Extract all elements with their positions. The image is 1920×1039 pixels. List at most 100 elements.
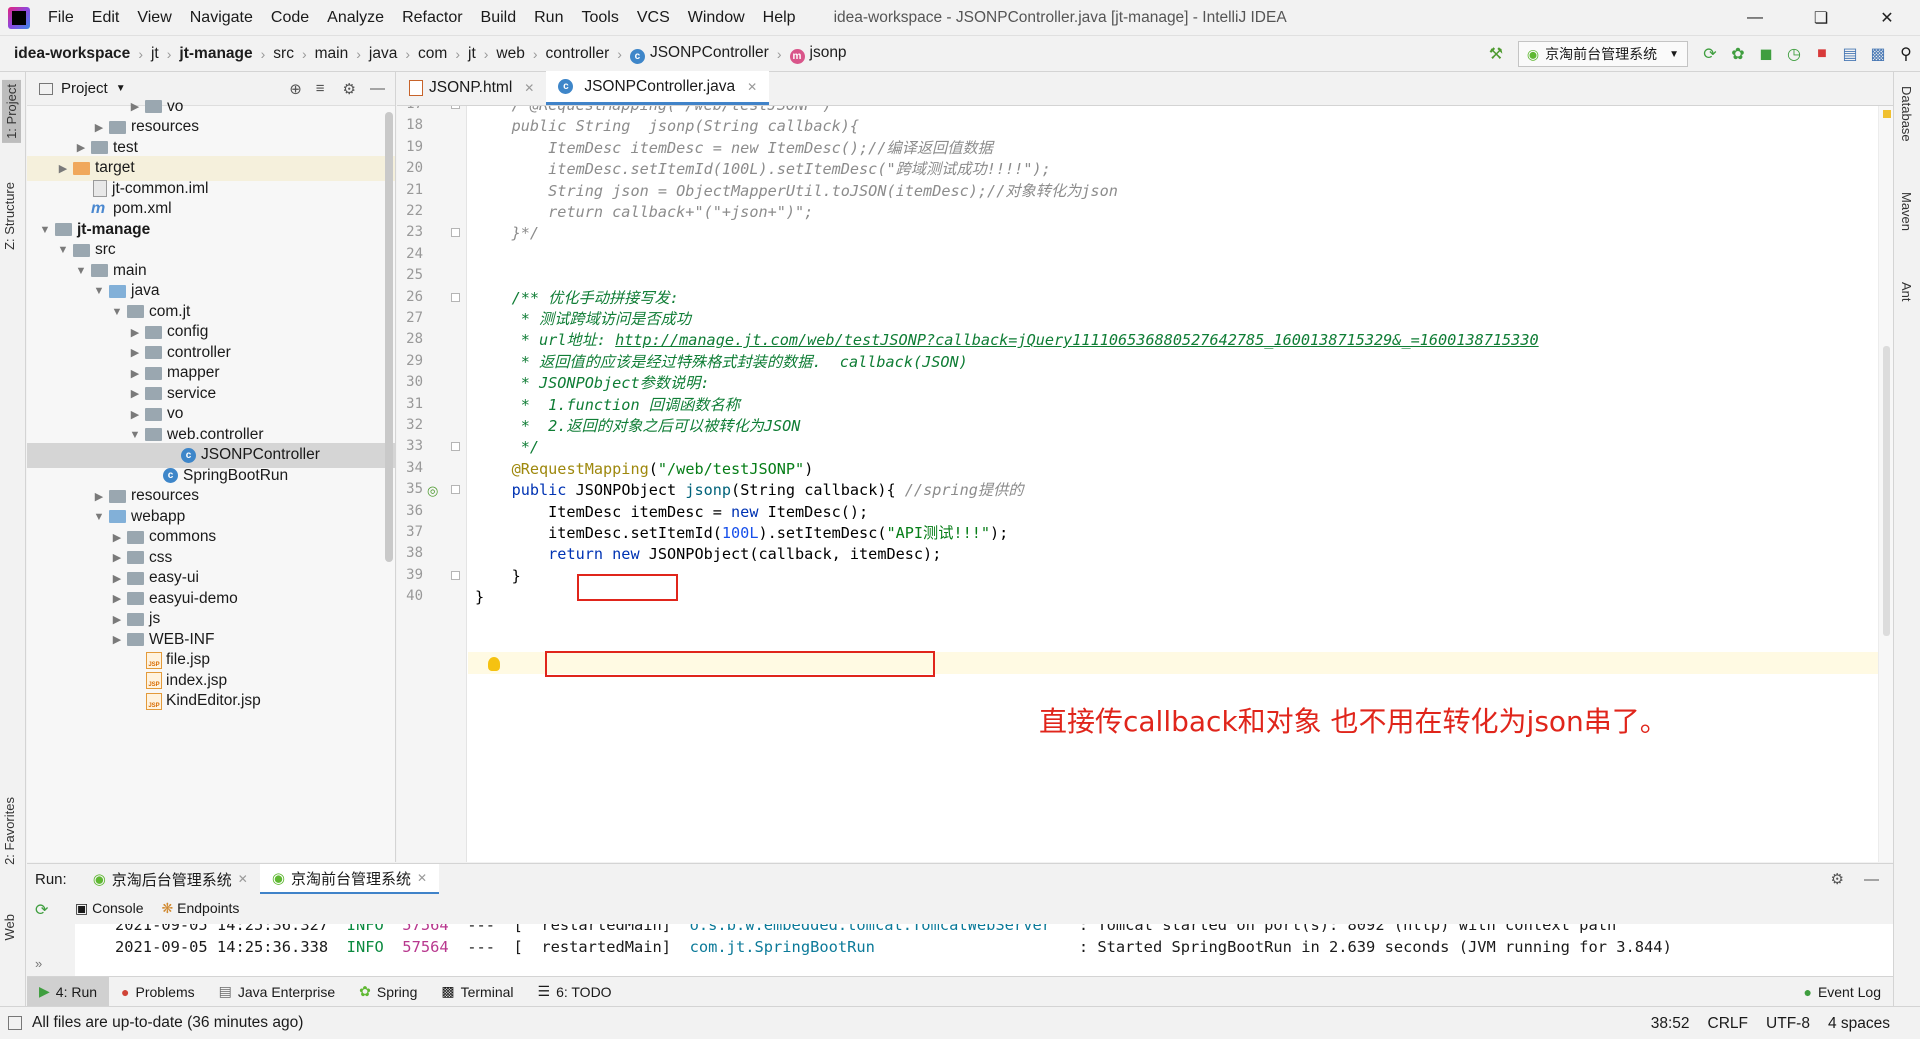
breadcrumb-item[interactable]: jt — [468, 45, 476, 63]
gear-icon[interactable]: ⚙ — [1831, 870, 1844, 888]
chevron-right-icon[interactable]: ▶ — [73, 141, 89, 154]
code-line[interactable]: * 返回值的应该是经过特殊格式封装的数据. callback(JSON) — [475, 351, 968, 373]
hide-icon[interactable]: — — [1864, 871, 1879, 888]
search-icon[interactable]: ⚲ — [1892, 40, 1920, 68]
tab-ant[interactable]: Ant — [1899, 282, 1914, 302]
breadcrumb-item[interactable]: java — [369, 45, 397, 63]
run-tab-frontend[interactable]: ◉ 京淘前台管理系统 ✕ — [259, 864, 440, 894]
menu-analyze[interactable]: Analyze — [319, 9, 394, 27]
chevron-right-icon[interactable]: ▶ — [127, 387, 143, 400]
coverage-icon[interactable]: ◼ — [1752, 40, 1780, 68]
menu-build[interactable]: Build — [473, 9, 527, 27]
run-configuration-select[interactable]: ◉ 京淘前台管理系统 ▼ — [1517, 41, 1688, 67]
console-output[interactable]: 2021-09-05 14:25:36.327 INFO 57564 --- [… — [75, 924, 1893, 977]
chevron-right-icon[interactable]: ▶ — [109, 551, 125, 564]
tab-jsonpcontroller-java[interactable]: c JSONPController.java ✕ — [546, 71, 770, 105]
chevron-right-icon[interactable]: ▶ — [127, 326, 143, 339]
toolwin-problems[interactable]: ● Problems — [109, 977, 207, 1007]
tab-web[interactable]: Web — [2, 914, 17, 941]
breadcrumb-item[interactable]: controller — [546, 45, 610, 63]
breadcrumb-item[interactable]: idea-workspace — [14, 45, 130, 63]
close-icon[interactable]: ✕ — [747, 80, 757, 94]
rerun-icon[interactable]: ⟳ — [1696, 40, 1724, 68]
status-toggle-icon[interactable] — [8, 1016, 22, 1030]
code-line[interactable]: return new JSONPObject(callback, itemDes… — [475, 543, 941, 565]
code-line[interactable]: itemDesc.setItemId(100L).setItemDesc("AP… — [475, 522, 1008, 544]
code-line[interactable]: * 2.返回的对象之后可以被转化为JSON — [475, 415, 801, 437]
rerun-icon[interactable]: ⟳ — [35, 900, 48, 920]
tab-database[interactable]: Database — [1899, 86, 1914, 142]
breadcrumb-item[interactable]: c JSONPController — [629, 44, 769, 64]
menu-run[interactable]: Run — [526, 9, 573, 27]
chevron-right-icon[interactable]: ▶ — [91, 121, 107, 134]
file-encoding[interactable]: UTF-8 — [1766, 1015, 1810, 1033]
breadcrumb-item[interactable]: web — [496, 45, 524, 63]
chevron-right-icon[interactable]: ▶ — [109, 633, 125, 646]
debug-icon[interactable]: ✿ — [1724, 40, 1752, 68]
menu-help[interactable]: Help — [755, 9, 806, 27]
code-line[interactable]: * url地址: http://manage.jt.com/web/testJS… — [475, 329, 1539, 351]
tab-structure[interactable]: Z: Structure — [2, 182, 17, 250]
breadcrumb-item[interactable]: m jsonp — [789, 44, 847, 64]
close-icon[interactable]: ✕ — [1854, 0, 1920, 36]
code-line[interactable]: } — [475, 586, 484, 608]
code-line[interactable]: }*/ — [475, 222, 539, 244]
close-icon[interactable]: ✕ — [524, 81, 534, 95]
toolwin-terminal[interactable]: ▩ Terminal — [429, 977, 525, 1007]
menu-code[interactable]: Code — [263, 9, 319, 27]
presentation-icon[interactable]: ▩ — [1864, 40, 1892, 68]
project-structure-icon[interactable]: ▤ — [1836, 40, 1864, 68]
maximize-icon[interactable]: ❏ — [1788, 0, 1854, 36]
line-separator[interactable]: CRLF — [1708, 1015, 1748, 1033]
code-line[interactable]: /** 优化手动拼接写发: — [475, 287, 679, 309]
breadcrumb-item[interactable]: src — [273, 45, 294, 63]
chevron-down-icon[interactable]: ▼ — [91, 511, 107, 523]
close-icon[interactable]: ✕ — [417, 871, 427, 885]
fold-marker-icon[interactable] — [451, 292, 460, 302]
menu-navigate[interactable]: Navigate — [182, 9, 263, 27]
fold-marker-icon[interactable] — [451, 106, 460, 109]
menu-window[interactable]: Window — [680, 9, 755, 27]
code-line[interactable]: String json = ObjectMapperUtil.toJSON(it… — [475, 180, 1118, 202]
toolwin-event-log[interactable]: ● Event Log — [1791, 977, 1893, 1007]
chevron-right-icon[interactable]: ▶ — [127, 100, 143, 113]
scroll-thumb[interactable] — [1883, 346, 1890, 636]
tab-maven[interactable]: Maven — [1899, 192, 1914, 231]
chevron-right-icon[interactable]: ▶ — [109, 592, 125, 605]
code-line[interactable]: itemDesc.setItemId(100L).setItemDesc("跨域… — [475, 158, 1051, 180]
code-line[interactable]: * JSONPObject参数说明: — [475, 372, 710, 394]
chevron-down-icon[interactable]: ▼ — [127, 429, 143, 441]
toolwin-run[interactable]: ▶ 4: Run — [27, 976, 110, 1007]
code-line[interactable]: public JSONPObject jsonp(String callback… — [475, 479, 1024, 501]
chevron-down-icon[interactable]: ▼ — [55, 244, 71, 256]
profile-icon[interactable]: ◷ — [1780, 40, 1808, 68]
stop-icon[interactable]: ■ — [1808, 40, 1836, 68]
menu-refactor[interactable]: Refactor — [394, 9, 472, 27]
breadcrumb-item[interactable]: jt-manage — [179, 45, 252, 63]
indent-setting[interactable]: 4 spaces — [1828, 1015, 1890, 1033]
toolwin-spring[interactable]: ✿ Spring — [347, 977, 429, 1007]
close-icon[interactable]: ✕ — [238, 872, 248, 886]
toolwin-java-enterprise[interactable]: ▤ Java Enterprise — [207, 977, 348, 1007]
fold-marker-icon[interactable] — [451, 485, 460, 495]
subtab-endpoints[interactable]: ❋ Endpoints — [162, 900, 240, 917]
chevron-right-icon[interactable]: ▶ — [127, 408, 143, 421]
project-scrollbar[interactable] — [385, 112, 393, 562]
code-line[interactable]: @RequestMapping("/web/testJSONP") — [475, 458, 814, 480]
menu-view[interactable]: View — [129, 9, 181, 27]
code-editor[interactable]: 17 18 19 20 21 22 23 24 25 26 27 28 29 30 31 32 33 34 35 36… — [397, 106, 1893, 862]
code-line[interactable]: return callback+"("+json+")"; — [475, 201, 813, 223]
lightbulb-icon[interactable] — [488, 657, 500, 671]
chevron-down-icon[interactable]: ▼ — [73, 265, 89, 277]
breadcrumb-item[interactable]: jt — [151, 45, 159, 63]
code-line[interactable]: * 测试跨域访问是否成功 — [475, 308, 691, 330]
tab-project[interactable]: 1: Project — [2, 80, 21, 143]
minimize-icon[interactable]: — — [1722, 0, 1788, 36]
chevron-down-icon[interactable]: ▼ — [91, 285, 107, 297]
tab-favorites[interactable]: 2: Favorites — [2, 797, 17, 865]
tab-jsonp-html[interactable]: JSONP.html ✕ — [397, 71, 546, 105]
menu-file[interactable]: File — [40, 9, 84, 27]
expand-icon[interactable]: » — [35, 956, 42, 971]
chevron-right-icon[interactable]: ▶ — [109, 531, 125, 544]
code-line[interactable]: ItemDesc itemDesc = new ItemDesc();//编译返… — [475, 137, 993, 159]
